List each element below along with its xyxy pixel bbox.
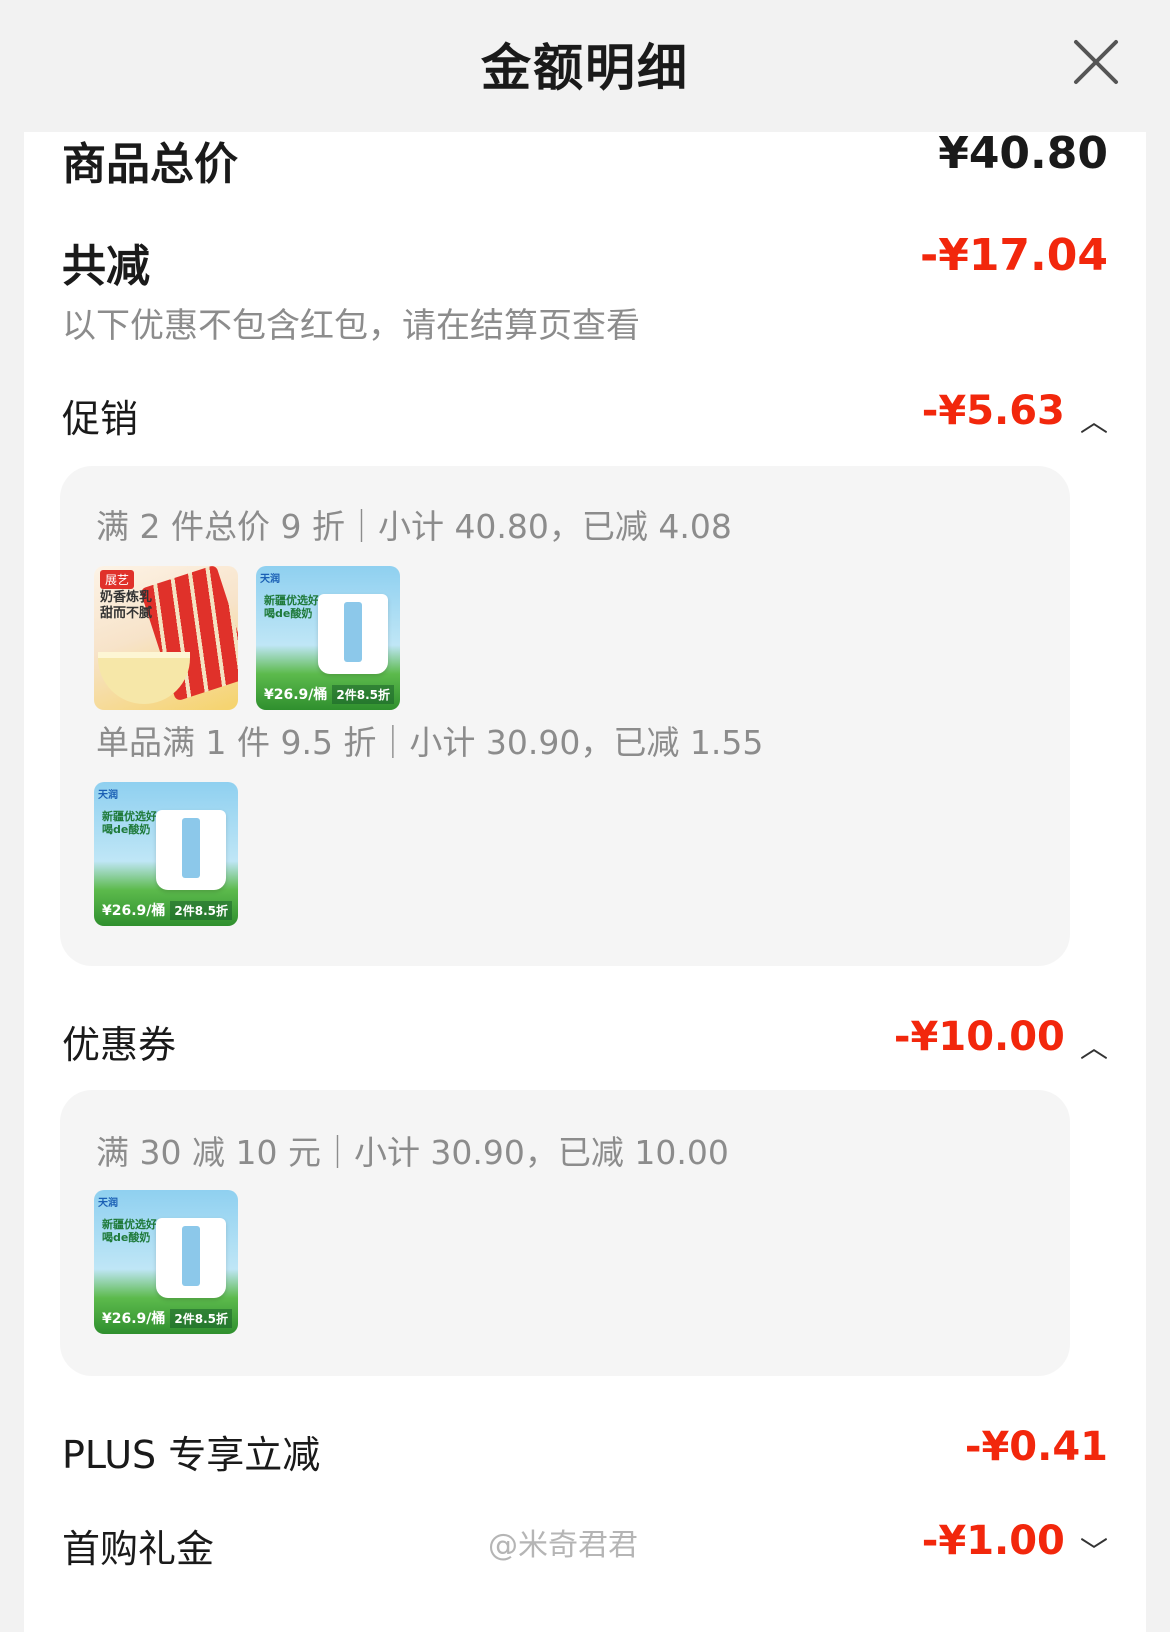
promotion-rule-1: 满 2 件总价 9 折｜小计 40.80，已减 4.08 [96,507,732,546]
discount-note: 以下优惠不包含红包，请在结算页查看 [62,306,640,346]
yogurt-brand: 天润 [260,574,280,585]
total-discount-value: -¥17.04 [919,230,1108,281]
close-icon[interactable] [1070,36,1122,88]
chevron-up-icon[interactable]: ︿ [1080,1026,1108,1066]
milk-slogan: 奶香炼乳甜而不腻 [100,590,153,621]
plus-discount-label: PLUS 专享立减 [62,1433,321,1477]
milk-brand-tag: 展艺 [100,570,135,589]
promotion-value: -¥5.63 [921,388,1065,434]
promotion-detail-panel: 满 2 件总价 9 折｜小计 40.80，已减 4.08 展艺 奶香炼乳甜而不腻… [60,466,1070,966]
yogurt-deal: 2件8.5折 [170,1309,232,1328]
goods-total-value: ¥40.80 [938,128,1108,179]
sheet-header: 金额明细 [0,0,1170,132]
watermark: @米奇君君 [488,1528,638,1563]
yogurt-text: 新疆优选好喝de酸奶 [264,594,319,620]
yogurt-price: ¥26.9/桶 [264,687,328,703]
yogurt-deal: 2件8.5折 [332,685,394,704]
first-gift-value: -¥1.00 [921,1518,1065,1564]
coupon-amount: -¥10.00 ︿ [894,1014,1108,1066]
promotion-rule-2: 单品满 1 件 9.5 折｜小计 30.90，已减 1.55 [96,723,764,762]
yogurt-cup-image [156,810,226,890]
amount-detail-sheet: 金额明细 商品总价 ¥40.80 共减 -¥17.04 以下优惠不包含红包，请在… [0,0,1170,1632]
condensed-milk-thumbnail[interactable]: 展艺 奶香炼乳甜而不腻 [94,566,238,710]
yogurt-text: 新疆优选好喝de酸奶 [102,1218,157,1244]
yogurt-thumbnail[interactable]: 天润 新疆优选好喝de酸奶 ¥26.9/桶 2件8.5折 [94,1190,238,1334]
coupon-label: 优惠券 [62,1023,177,1067]
yogurt-deal: 2件8.5折 [170,901,232,920]
coupon-detail-panel: 满 30 减 10 元｜小计 30.90，已减 10.00 天润 新疆优选好喝d… [60,1090,1070,1376]
yogurt-price: ¥26.9/桶 [102,1311,166,1327]
first-gift-label: 首购礼金 [62,1527,215,1571]
yogurt-brand: 天润 [98,790,118,801]
chevron-up-icon[interactable]: ︿ [1080,400,1108,440]
yogurt-thumbnail[interactable]: 天润 新疆优选好喝de酸奶 ¥26.9/桶 2件8.5折 [256,566,400,710]
goods-total-label: 商品总价 [62,139,238,190]
total-discount-label: 共减 [62,241,150,292]
yogurt-brand: 天润 [98,1198,118,1209]
yogurt-text: 新疆优选好喝de酸奶 [102,810,157,836]
chevron-down-icon[interactable]: ﹀ [1080,1530,1108,1570]
promotion-amount: -¥5.63 ︿ [922,388,1108,440]
yogurt-price: ¥26.9/桶 [102,903,166,919]
plus-discount-value: -¥0.41 [964,1424,1108,1470]
first-gift-amount: -¥1.00 ﹀ [922,1518,1108,1570]
detail-card: 商品总价 ¥40.80 共减 -¥17.04 以下优惠不包含红包，请在结算页查看… [24,128,1146,1632]
yogurt-thumbnail[interactable]: 天润 新疆优选好喝de酸奶 ¥26.9/桶 2件8.5折 [94,782,238,926]
coupon-rule-1: 满 30 减 10 元｜小计 30.90，已减 10.00 [96,1133,729,1172]
promotion-label: 促销 [62,397,139,441]
yogurt-cup-image [156,1218,226,1298]
coupon-value: -¥10.00 [893,1014,1065,1060]
sheet-title: 金额明细 [481,39,689,97]
yogurt-cup-image [318,594,388,674]
